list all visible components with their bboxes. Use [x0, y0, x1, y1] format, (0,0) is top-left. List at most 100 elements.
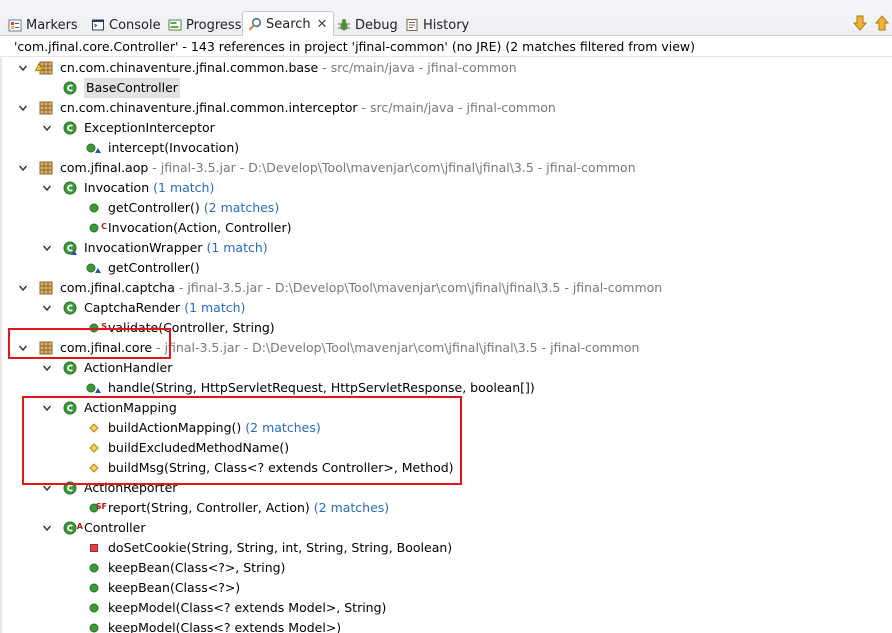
tree-match-node[interactable]: getController() (2 matches) [64, 198, 279, 218]
match-count: (2 matches) [313, 500, 390, 515]
tree-node-label: com.jfinal.core [60, 340, 153, 355]
tree-package-node[interactable]: com.jfinal.aop - jfinal-3.5.jar - D:\Dev… [16, 158, 636, 178]
tree-node-label: keepBean(Class<?>) [108, 580, 241, 595]
tree-type-node[interactable]: ActionReporter [40, 478, 177, 498]
chevron-down-icon[interactable] [40, 298, 54, 318]
tree-match-node[interactable]: buildMsg(String, Class<? extends Control… [64, 458, 454, 478]
tree-type-node[interactable]: InvocationWrapper (1 match) [40, 238, 268, 258]
chevron-down-icon[interactable] [40, 238, 54, 258]
node-decoration: - jfinal-3.5.jar - D:\Develop\Tool\maven… [174, 280, 663, 295]
tab-history[interactable]: History [405, 15, 469, 35]
class-icon [62, 480, 78, 496]
node-decoration: - src/main/java - jfinal-common [357, 100, 556, 115]
debug-icon [337, 18, 351, 32]
chevron-down-icon[interactable] [16, 58, 30, 78]
class-icon [62, 300, 78, 316]
tree-type-node[interactable]: CaptchaRender (1 match) [40, 298, 245, 318]
class-icon [62, 80, 78, 96]
node-decoration: - jfinal-3.5.jar - D:\Develop\Tool\maven… [152, 340, 640, 355]
arrow-up-icon[interactable] [874, 15, 890, 31]
tab-markers[interactable]: Markers [8, 15, 78, 35]
match-count: (1 match) [153, 180, 215, 195]
private-method-icon [86, 540, 102, 556]
tree-match-node[interactable]: buildActionMapping() (2 matches) [64, 418, 321, 438]
modifier-badge: C [101, 222, 107, 231]
tree-match-node[interactable]: intercept(Invocation) [64, 138, 239, 158]
tree-match-node[interactable]: C Invocation(Action, Controller) [64, 218, 291, 238]
chevron-down-icon[interactable] [40, 118, 54, 138]
public-method-icon [86, 380, 102, 396]
tree-node-label: buildExcludedMethodName() [108, 440, 290, 455]
tree-node-label: ActionReporter [84, 480, 178, 495]
tree-match-node[interactable]: handle(String, HttpServletRequest, HttpS… [64, 378, 535, 398]
tree-match-node[interactable]: keepBean(Class<?>, String) [64, 558, 285, 578]
protected-method-icon [86, 460, 102, 476]
tree-type-node[interactable]: A Controller [40, 518, 146, 538]
chevron-down-icon[interactable] [40, 398, 54, 418]
match-count: (2 matches) [245, 420, 321, 435]
tree-type-node[interactable]: ActionMapping [40, 398, 177, 418]
search-results-tree[interactable]: cn.com.chinaventure.jfinal.common.base -… [0, 58, 892, 633]
search-status-line: 'com.jfinal.core.Controller' - 143 refer… [0, 37, 892, 57]
public-method-icon [86, 200, 102, 216]
tree-package-node[interactable]: com.jfinal.core - jfinal-3.5.jar - D:\De… [16, 338, 639, 358]
tree-type-node[interactable]: ActionHandler [40, 358, 172, 378]
class-icon [62, 400, 78, 416]
tree-node-label: validate(Controller, String) [108, 320, 275, 335]
tree-match-node[interactable]: Svalidate(Controller, String) [64, 318, 275, 338]
tab-label: Progress [186, 17, 242, 33]
tree-node-label: cn.com.chinaventure.jfinal.common.interc… [60, 100, 358, 115]
tree-package-node[interactable]: com.jfinal.captcha - jfinal-3.5.jar - D:… [16, 278, 662, 298]
chevron-down-icon[interactable] [40, 518, 54, 538]
chevron-down-icon[interactable] [16, 278, 30, 298]
chevron-down-icon[interactable] [40, 358, 54, 378]
chevron-down-icon[interactable] [40, 178, 54, 198]
public-method-icon [86, 600, 102, 616]
arrow-down-icon[interactable] [852, 15, 868, 31]
tree-match-node[interactable]: keepModel(Class<? extends Model>) [64, 618, 341, 633]
tree-node-label: keepModel(Class<? extends Model>, String… [108, 600, 387, 615]
tree-match-node[interactable]: SF report(String, Controller, Action) (2 m… [64, 498, 389, 518]
tab-progress[interactable]: Progress [168, 15, 241, 35]
protected-method-icon [86, 420, 102, 436]
static-method-icon: S [86, 320, 107, 336]
tree-package-node[interactable]: cn.com.chinaventure.jfinal.common.base -… [16, 58, 517, 78]
tree-node-label: InvocationWrapper [84, 240, 203, 255]
tree-node-label: keepModel(Class<? extends Model>) [108, 620, 342, 633]
modifier-badge: SF [95, 502, 107, 511]
tab-search[interactable]: Search ✕ [242, 11, 334, 36]
match-count: (2 matches) [203, 200, 280, 215]
tree-match-node[interactable]: keepModel(Class<? extends Model>, String… [64, 598, 386, 618]
tree-type-node[interactable]: ExceptionInterceptor [40, 118, 215, 138]
package-icon [34, 60, 54, 76]
chevron-down-icon[interactable] [16, 98, 30, 118]
tree-match-node[interactable]: doSetCookie(String, String, int, String,… [64, 538, 452, 558]
tree-node-label: keepBean(Class<?>, String) [108, 560, 286, 575]
tab-console[interactable]: Console [91, 15, 161, 35]
tree-match-node[interactable]: buildExcludedMethodName() [64, 438, 289, 458]
tree-node-label: getController() [108, 260, 200, 275]
node-decoration: - jfinal-3.5.jar - D:\Develop\Tool\maven… [148, 160, 636, 175]
tree-package-node[interactable]: cn.com.chinaventure.jfinal.common.interc… [16, 98, 556, 118]
chevron-down-icon[interactable] [16, 338, 30, 358]
close-icon[interactable]: ✕ [317, 17, 328, 32]
tree-node-label: Invocation(Action, Controller) [108, 220, 292, 235]
tree-match-node[interactable]: getController() [64, 258, 200, 278]
chevron-down-icon[interactable] [16, 158, 30, 178]
chevron-down-icon[interactable] [40, 478, 54, 498]
tree-type-node[interactable]: BaseController [40, 78, 180, 98]
tree-node-label: doSetCookie(String, String, int, String,… [108, 540, 453, 555]
tab-debug[interactable]: Debug [337, 15, 398, 35]
tree-match-node[interactable]: keepBean(Class<?>) [64, 578, 240, 598]
tree-node-label: report(String, Controller, Action) [108, 500, 310, 515]
tree-type-node[interactable]: Invocation (1 match) [40, 178, 214, 198]
